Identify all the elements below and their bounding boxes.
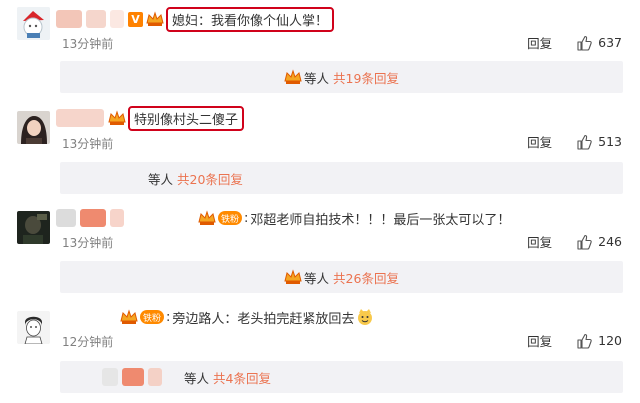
blurred-username [122,368,144,386]
v-badge: V [128,11,143,27]
replies-count-link[interactable]: 共20条回复 [177,169,243,188]
replies-summary[interactable]: 等人 共20条回复 [60,162,623,194]
like-count: 513 [598,134,622,149]
like-count: 637 [598,35,622,50]
comment-header: V 媳妇：我看你像个仙人掌！ [56,6,335,32]
crown-icon [284,69,302,84]
blurred-username [148,368,162,386]
comment-text: 邓超老师自拍技术！！！最后一张太可以了！ [250,212,511,228]
blurred-username [80,209,106,227]
blurred-username[interactable] [56,10,82,28]
timestamp: 13分钟前 [62,37,114,51]
avatar[interactable] [17,211,50,244]
like-count: 246 [598,234,622,249]
avatar[interactable] [17,7,50,40]
replies-summary[interactable]: 等人 共26条回复 [60,261,623,293]
replies-who: 等人 [304,270,330,286]
blurred-username [86,10,106,28]
comment-text: 旁边路人：老头拍完赶紧放回去 [172,311,355,327]
replies-summary[interactable]: 等人 共19条回复 [60,61,623,93]
replies-who: 等人 [184,370,210,386]
crown-icon [146,11,164,26]
reply-button[interactable]: 回复 [527,33,552,52]
replies-who: 等人 [148,171,174,187]
timestamp: 13分钟前 [62,137,114,151]
blurred-username[interactable] [56,209,76,227]
reply-button[interactable]: 回复 [527,331,552,350]
comment-text: 特别像村头二傻子 [128,105,245,131]
colon: : [244,210,249,226]
like-count: 120 [598,333,622,348]
comment-actions: 回复 637 [527,33,622,52]
thumb-up-icon[interactable] [576,234,592,250]
colon: : [166,309,171,325]
blurred-username [110,209,124,227]
avatar[interactable] [17,111,50,144]
blurred-username [110,10,124,28]
thumb-up-icon[interactable] [576,35,592,51]
emoji-icon [358,309,373,325]
comment-actions: 回复 120 [527,331,622,350]
replies-who: 等人 [304,70,330,86]
comment-actions: 回复 246 [527,232,622,251]
crown-icon [108,110,126,125]
replies-count-link[interactable]: 共19条回复 [333,68,399,87]
crown-icon [198,210,216,225]
avatar[interactable] [17,311,50,344]
timestamp: 12分钟前 [62,335,114,349]
replies-summary[interactable]: 等人 共4条回复 [60,361,623,393]
replies-count-link[interactable]: 共26条回复 [333,268,399,287]
blurred-username [102,368,118,386]
comment-actions: 回复 513 [527,132,622,151]
comment-header: 特别像村头二傻子 [56,105,245,131]
comment-header: 铁粉 : 邓超老师自拍技术！！！最后一张太可以了！ [56,207,510,229]
replies-count-link[interactable]: 共4条回复 [213,368,271,387]
blurred-username[interactable] [56,109,104,127]
thumb-up-icon[interactable] [576,333,592,349]
thumb-up-icon[interactable] [576,134,592,150]
crown-icon [284,269,302,284]
fan-badge: 铁粉 [218,211,243,225]
comment-header: 铁粉 : 旁边路人：老头拍完赶紧放回去 [56,306,374,328]
timestamp: 13分钟前 [62,236,114,250]
fan-badge: 铁粉 [140,310,165,324]
reply-button[interactable]: 回复 [527,132,552,151]
reply-button[interactable]: 回复 [527,232,552,251]
crown-icon [120,309,138,324]
comment-text: 媳妇：我看你像个仙人掌！ [166,6,335,32]
